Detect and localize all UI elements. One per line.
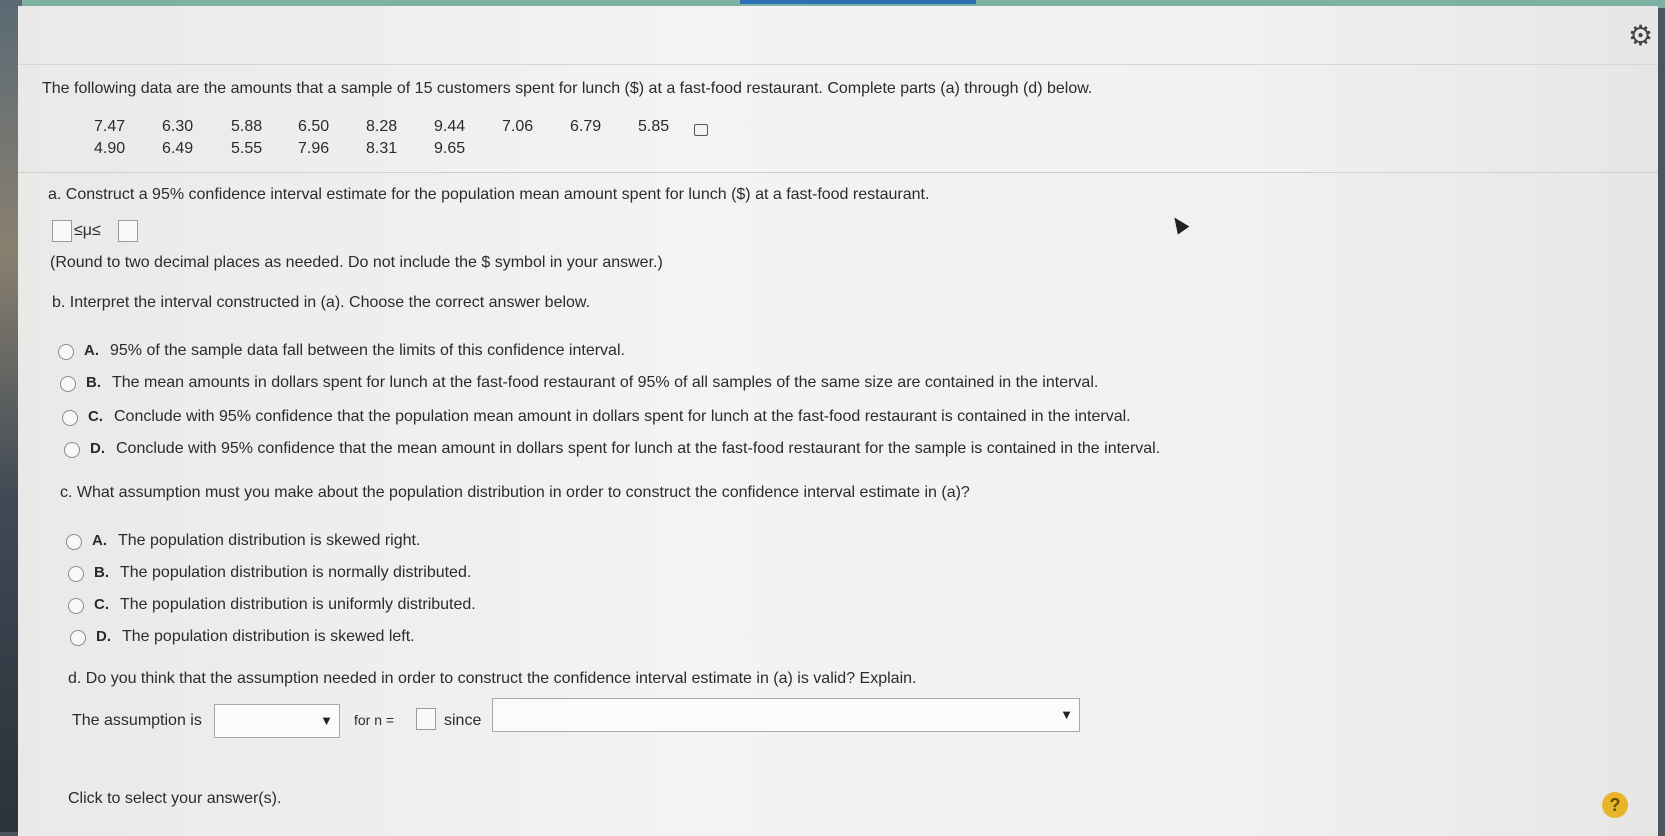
part-d-question: d. Do you think that the assumption need… (68, 670, 917, 687)
data-value: 5.55 (231, 140, 263, 157)
option-letter: B. (94, 564, 109, 581)
for-n-label: for n = (354, 712, 395, 728)
radio-b-a[interactable] (58, 344, 74, 360)
option-text[interactable]: The mean amounts in dollars spent for lu… (112, 374, 1098, 392)
data-value: 7.06 (502, 118, 534, 135)
gear-icon[interactable]: ⚙ (1628, 22, 1656, 50)
option-text[interactable]: The population distribution is skewed le… (122, 628, 415, 646)
data-value: 5.88 (231, 118, 263, 135)
option-text[interactable]: Conclude with 95% confidence that the me… (116, 440, 1160, 458)
question-intro: The following data are the amounts that … (42, 80, 1093, 97)
option-text[interactable]: The population distribution is uniformly… (120, 596, 476, 614)
radio-c-d[interactable] (70, 630, 86, 646)
n-input[interactable] (416, 708, 436, 730)
part-a-note: (Round to two decimal places as needed. … (50, 254, 663, 271)
radio-c-b[interactable] (68, 566, 84, 582)
assumption-select[interactable]: ▼ (214, 704, 340, 738)
data-value: 8.31 (366, 140, 398, 157)
assumption-prefix: The assumption is (72, 712, 202, 729)
lower-bound-input[interactable] (52, 220, 72, 242)
radio-b-d[interactable] (64, 442, 80, 458)
since-select[interactable]: ▼ (492, 698, 1080, 732)
option-letter: B. (86, 374, 101, 391)
part-c-question: c. What assumption must you make about t… (60, 484, 970, 501)
data-value: 9.65 (434, 140, 466, 157)
radio-c-a[interactable] (66, 534, 82, 550)
data-value: 6.49 (162, 140, 194, 157)
radio-b-b[interactable] (60, 376, 76, 392)
option-letter: D. (90, 440, 105, 457)
header-divider (18, 64, 1658, 65)
data-value: 6.50 (298, 118, 330, 135)
option-text[interactable]: The population distribution is normally … (120, 564, 471, 582)
radio-b-c[interactable] (62, 410, 78, 426)
data-value: 4.90 (94, 140, 126, 157)
section-divider (18, 172, 1658, 173)
option-letter: A. (92, 532, 107, 549)
option-text[interactable]: The population distribution is skewed ri… (118, 532, 420, 550)
dropdown-arrow-icon: ▼ (1060, 707, 1073, 722)
option-letter: C. (94, 596, 109, 613)
copy-data-icon[interactable] (694, 124, 708, 136)
option-text[interactable]: Conclude with 95% confidence that the po… (114, 408, 1131, 426)
data-value: 7.96 (298, 140, 330, 157)
interval-symbol: ≤μ≤ (74, 222, 101, 239)
upper-bound-input[interactable] (118, 220, 138, 242)
data-value: 9.44 (434, 118, 466, 135)
radio-c-c[interactable] (68, 598, 84, 614)
data-value: 6.79 (570, 118, 602, 135)
option-text[interactable]: 95% of the sample data fall between the … (110, 342, 625, 360)
since-label: since (444, 712, 482, 729)
dropdown-arrow-icon: ▼ (320, 713, 333, 728)
data-value: 8.28 (366, 118, 398, 135)
option-letter: C. (88, 408, 103, 425)
part-b-question: b. Interpret the interval constructed in… (52, 294, 591, 311)
option-letter: A. (84, 342, 99, 359)
question-page: ⚙ The following data are the amounts tha… (18, 6, 1658, 836)
footer-instruction: Click to select your answer(s). (68, 790, 282, 807)
active-tab-indicator (740, 0, 976, 4)
option-letter: D. (96, 628, 111, 645)
data-value: 6.30 (162, 118, 194, 135)
data-value: 7.47 (94, 118, 126, 135)
part-a-question: a. Construct a 95% confidence interval e… (48, 186, 930, 203)
data-value: 5.85 (638, 118, 670, 135)
help-button[interactable]: ? (1602, 792, 1628, 818)
